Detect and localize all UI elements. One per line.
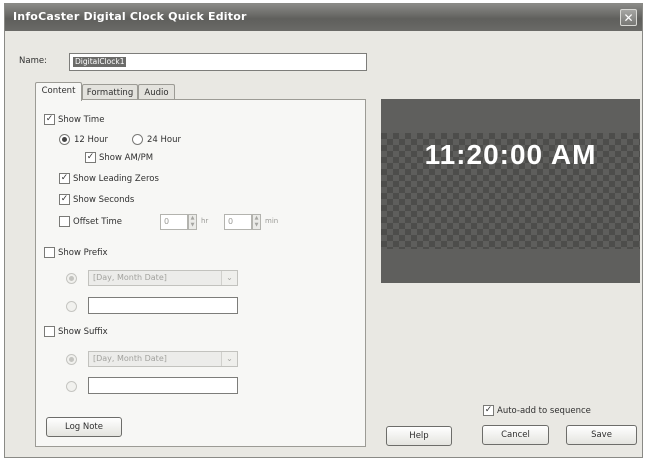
help-button[interactable]: Help: [386, 426, 452, 446]
hr-label: hr: [201, 217, 209, 225]
prefix-format-value: [Day, Month Date]: [93, 273, 167, 282]
name-label: Name:: [19, 56, 47, 66]
preview-time: 11:20:00 AM: [424, 139, 597, 170]
show-ampm-label: Show AM/PM: [99, 153, 154, 163]
show-prefix-checkbox[interactable]: [44, 247, 55, 258]
clock-preview: 11:20:00 AM: [381, 99, 640, 283]
prefix-format-radio[interactable]: [66, 273, 77, 284]
offset-minutes-spinner[interactable]: ▲ ▼: [252, 214, 261, 230]
name-value: DigitalClock1: [73, 57, 127, 67]
auto-add-label: Auto-add to sequence: [497, 406, 591, 416]
offset-hours-spinner[interactable]: ▲ ▼: [188, 214, 197, 230]
show-time-checkbox[interactable]: ✓: [44, 114, 55, 125]
offset-time-checkbox[interactable]: [59, 216, 70, 227]
show-suffix-label: Show Suffix: [58, 327, 108, 337]
tab-content[interactable]: Content: [35, 82, 82, 101]
suffix-format-radio[interactable]: [66, 354, 77, 365]
leading-zeros-checkbox[interactable]: ✓: [59, 173, 70, 184]
suffix-format-value: [Day, Month Date]: [93, 354, 167, 363]
chevron-down-icon: ⌄: [221, 271, 237, 285]
title-bar[interactable]: InfoCaster Digital Clock Quick Editor ✕: [5, 4, 642, 31]
show-suffix-checkbox[interactable]: [44, 326, 55, 337]
prefix-text-input[interactable]: [88, 297, 238, 314]
show-time-label: Show Time: [58, 115, 105, 125]
save-button[interactable]: Save: [566, 425, 637, 445]
prefix-text-radio[interactable]: [66, 301, 77, 312]
show-ampm-checkbox[interactable]: ✓: [85, 152, 96, 163]
window-title: InfoCaster Digital Clock Quick Editor: [13, 10, 247, 23]
show-prefix-label: Show Prefix: [58, 248, 108, 258]
24-hour-label: 24 Hour: [147, 135, 181, 145]
suffix-format-select[interactable]: [Day, Month Date] ⌄: [88, 351, 238, 367]
cancel-button[interactable]: Cancel: [482, 425, 549, 445]
leading-zeros-label: Show Leading Zeros: [73, 174, 159, 184]
12-hour-radio[interactable]: [59, 134, 70, 145]
offset-time-label: Offset Time: [73, 217, 123, 227]
offset-hours-input[interactable]: 0: [160, 214, 188, 230]
log-note-button[interactable]: Log Note: [46, 417, 122, 437]
content-tab-panel: ✓ Show Time 12 Hour 24 Hour ✓ Show AM/PM…: [35, 99, 366, 447]
24-hour-radio[interactable]: [132, 134, 143, 145]
auto-add-checkbox[interactable]: ✓: [483, 405, 494, 416]
suffix-text-input[interactable]: [88, 377, 238, 394]
show-seconds-checkbox[interactable]: ✓: [59, 194, 70, 205]
offset-minutes-input[interactable]: 0: [224, 214, 252, 230]
chevron-down-icon: ⌄: [221, 352, 237, 366]
suffix-text-radio[interactable]: [66, 381, 77, 392]
clock-editor-dialog: InfoCaster Digital Clock Quick Editor ✕ …: [4, 3, 643, 458]
name-field[interactable]: DigitalClock1: [69, 53, 367, 71]
close-icon[interactable]: ✕: [620, 9, 637, 26]
show-seconds-label: Show Seconds: [73, 195, 135, 205]
min-label: min: [265, 217, 279, 225]
12-hour-label: 12 Hour: [74, 135, 108, 145]
prefix-format-select[interactable]: [Day, Month Date] ⌄: [88, 270, 238, 286]
